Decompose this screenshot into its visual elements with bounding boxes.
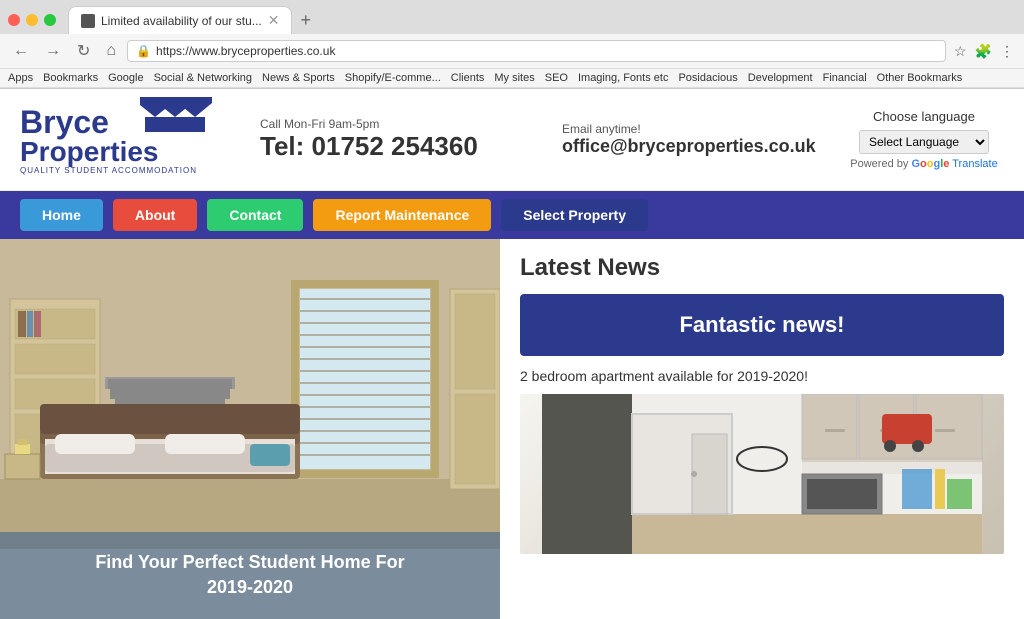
caption-line2: 2019-2020 [20,575,480,600]
bookmarks-other[interactable]: Other Bookmarks [877,72,963,84]
svg-text:QUALITY STUDENT ACCOMMODATION: QUALITY STUDENT ACCOMMODATION [20,166,197,175]
active-tab[interactable]: Limited availability of our stu... ✕ [68,6,292,34]
caption-overlay: Find Your Perfect Student Home For 2019-… [0,532,500,618]
email-address[interactable]: office@bryceproperties.co.uk [562,136,844,157]
minimize-button[interactable] [26,14,38,26]
navigation-bar: Home About Contact Report Maintenance Se… [0,191,1024,239]
browser-chrome: Limited availability of our stu... ✕ + ←… [0,0,1024,89]
bookmarks-news[interactable]: News & Sports [262,72,335,84]
address-bar[interactable]: 🔒 https://www.bryceproperties.co.uk [127,40,946,62]
menu-button[interactable]: ⋮ [998,41,1016,62]
bookmarks-bar: Apps Bookmarks Google Social & Networkin… [0,69,1024,88]
bookmarks-posidacious[interactable]: Posidacious [678,72,737,84]
choose-language-label: Choose language [873,109,975,124]
bookmarks-mysites[interactable]: My sites [494,72,534,84]
latest-news-title: Latest News [520,254,1004,282]
lock-icon: 🔒 [136,44,151,58]
bookmarks-seo[interactable]: SEO [545,72,568,84]
call-label: Call Mon-Fri 9am-5pm [260,117,542,131]
back-button[interactable]: ← [8,40,34,62]
home-button[interactable]: ⌂ [101,40,121,62]
nav-home-button[interactable]: Home [20,199,103,231]
bookmarks-apps[interactable]: Apps [8,72,33,84]
logo[interactable]: Bryce Properties QUALITY STUDENT ACCOMMO… [20,97,240,182]
tab-bar: Limited availability of our stu... ✕ + [0,0,1024,34]
traffic-lights [8,14,56,26]
right-panel: Latest News Fantastic news! 2 bedroom ap… [500,239,1024,619]
extensions-button[interactable]: 🧩 [973,41,994,62]
bookmarks-bookmarks[interactable]: Bookmarks [43,72,98,84]
bookmarks-clients[interactable]: Clients [451,72,485,84]
left-panel: Find Your Perfect Student Home For 2019-… [0,239,500,619]
logo-svg: Bryce Properties QUALITY STUDENT ACCOMMO… [20,97,230,177]
refresh-button[interactable]: ↻ [72,39,95,63]
bookmarks-google[interactable]: Google [108,72,143,84]
site-header: Bryce Properties QUALITY STUDENT ACCOMMO… [0,89,1024,191]
apartment-illustration [520,394,1004,554]
maximize-button[interactable] [44,14,56,26]
toolbar-icons: ☆ 🧩 ⋮ [952,41,1016,62]
bookmarks-development[interactable]: Development [748,72,813,84]
contact-area: Call Mon-Fri 9am-5pm Tel: 01752 254360 [240,97,542,182]
star-button[interactable]: ☆ [952,41,969,62]
tab-close-icon[interactable]: ✕ [268,12,280,29]
close-button[interactable] [8,14,20,26]
language-select[interactable]: Select Language [859,130,989,154]
translate-link[interactable]: Translate [952,158,997,170]
news-subtitle: 2 bedroom apartment available for 2019-2… [520,368,1004,384]
news-banner-text: Fantastic news! [679,312,844,337]
bookmarks-imaging[interactable]: Imaging, Fonts etc [578,72,669,84]
toolbar: ← → ↻ ⌂ 🔒 https://www.bryceproperties.co… [0,34,1024,69]
svg-text:Bryce: Bryce [20,104,109,140]
news-banner: Fantastic news! [520,294,1004,356]
powered-by-text: Powered by Google Translate [850,158,997,170]
tab-favicon [81,14,95,28]
bookmarks-social[interactable]: Social & Networking [154,72,252,84]
translate-widget: Choose language Select Language Powered … [844,97,1004,182]
forward-button[interactable]: → [40,40,66,62]
phone-number[interactable]: Tel: 01752 254360 [260,131,542,162]
caption-line1: Find Your Perfect Student Home For [20,550,480,575]
nav-contact-button[interactable]: Contact [207,199,303,231]
tab-title: Limited availability of our stu... [101,14,262,28]
email-area: Email anytime! office@bryceproperties.co… [542,97,844,182]
email-label: Email anytime! [562,122,844,136]
new-tab-button[interactable]: + [296,10,315,31]
svg-text:Properties: Properties [20,136,159,167]
nav-property-button[interactable]: Select Property [501,199,648,231]
bookmarks-shopify[interactable]: Shopify/E-comme... [345,72,441,84]
bedroom-illustration [0,239,500,549]
google-g-letter: G [911,158,920,170]
nav-about-button[interactable]: About [113,199,197,231]
apartment-image [520,394,1004,554]
website: Bryce Properties QUALITY STUDENT ACCOMMO… [0,89,1024,619]
logo-area: Bryce Properties QUALITY STUDENT ACCOMMO… [20,97,240,182]
bookmarks-financial[interactable]: Financial [823,72,867,84]
nav-report-button[interactable]: Report Maintenance [313,199,491,231]
main-content: Find Your Perfect Student Home For 2019-… [0,239,1024,619]
url-text: https://www.bryceproperties.co.uk [156,44,335,58]
bedroom-image [0,239,500,549]
